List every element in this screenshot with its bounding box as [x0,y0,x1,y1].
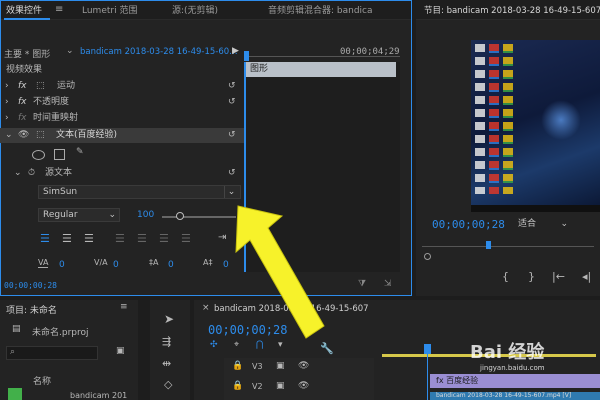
baidu-watermark: Bai 经验 jingyan.baidu.com [470,338,545,372]
watermark-url: jingyan.baidu.com [480,364,545,372]
arrow-shape [235,205,325,339]
watermark-text: Bai 经验 [470,342,545,363]
